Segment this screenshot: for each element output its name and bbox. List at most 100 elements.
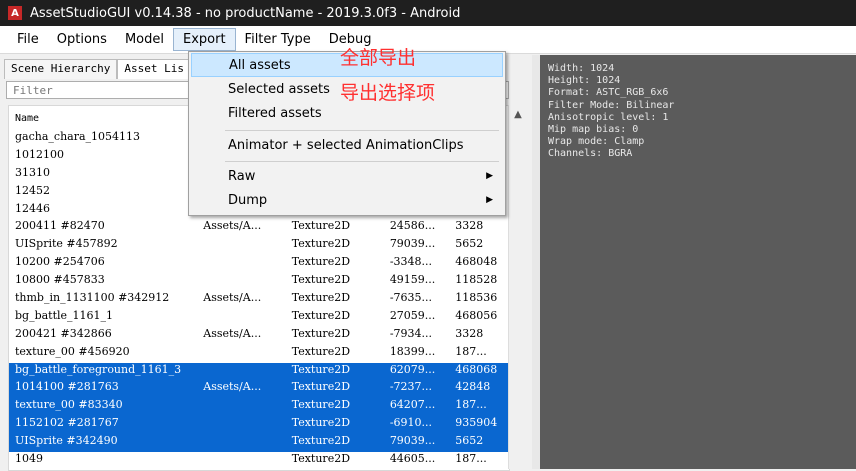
tab-scene-hierarchy[interactable]: Scene Hierarchy [4,59,118,79]
list-scrollbar[interactable]: ▲ [508,105,527,469]
table-cell: Texture2D [291,219,351,233]
table-cell: Texture2D [291,398,351,412]
table-cell: 49159... [389,273,436,287]
table-cell: UISprite #457892 [15,237,118,251]
table-cell [197,452,285,470]
asset-info-text: Width: 1024 Height: 1024 Format: ASTC_RG… [548,63,675,160]
menu-separator [225,130,499,131]
table-row[interactable]: bg_battle_1161_1 Texture2D 27059... 468056 [9,309,509,327]
table-cell: Texture2D [291,255,351,269]
window-title: AssetStudioGUI v0.14.38 - no productName… [30,5,461,21]
table-cell: 187... [455,344,487,358]
menu-options[interactable]: Options [48,28,116,51]
table-cell: Texture2D [291,308,351,322]
table-cell: 935904 [455,416,498,430]
table-cell: 5652 [455,434,484,448]
table-cell: 12446 [15,201,50,215]
table-cell: 18399... [389,344,436,358]
export-animator[interactable]: Animator + selected AnimationClips [191,133,503,157]
table-cell: bg_battle_1161_1 [15,308,114,322]
menu-model[interactable]: Model [116,28,173,51]
table-cell: Texture2D [291,416,351,430]
export-raw[interactable]: Raw ▶ [191,164,503,188]
table-cell: 468068 [455,362,498,376]
table-row[interactable]: 1049 Texture2D 44605... 187... [9,452,509,470]
table-cell: Texture2D [291,291,351,305]
table-cell: 1152102 #281767 [15,416,119,430]
table-row[interactable]: 10800 #457833 Texture2D 49159... 118528 [9,273,509,291]
table-cell: 42848 [455,380,491,394]
table-cell: -7237... [389,380,433,394]
table-cell: texture_00 #456920 [15,344,130,358]
menu-file[interactable]: File [8,28,48,51]
table-row[interactable]: UISprite #342490 Texture2D 79039... 5652 [9,434,509,453]
table-row[interactable]: 10200 #254706 Texture2D -3348... 468048 [9,255,509,273]
export-selected-assets-label: Selected assets [228,81,330,97]
table-row[interactable]: 1014100 #281763 Assets/A... Texture2D -7237… [9,380,509,399]
table-cell: Texture2D [291,237,351,251]
table-cell: Assets/A... [203,219,262,233]
scroll-up-icon[interactable]: ▲ [509,105,527,123]
panel-tabs: Scene Hierarchy Asset Lis [4,59,191,79]
table-cell: 10200 #254706 [15,255,105,269]
table-cell: 200411 #82470 [15,219,105,233]
table-cell: -7635... [389,291,433,305]
table-cell [197,237,285,255]
menu-export[interactable]: Export [172,28,236,51]
export-all-assets-label: All assets [229,57,291,73]
export-dump-label: Dump [228,192,268,208]
title-bar: A AssetStudioGUI v0.14.38 - no productNa… [0,0,856,26]
table-cell: 468056 [455,308,498,322]
table-cell: 64207... [389,398,436,412]
table-cell: 3328 [455,326,484,340]
table-row[interactable]: texture_00 #456920 Texture2D 18399... 187..… [9,345,509,363]
table-cell: -7934... [389,326,433,340]
table-cell: Assets/A... [203,326,262,340]
table-row[interactable]: bg_battle_foreground_1161_3 Texture2D 6207… [9,362,509,381]
export-raw-label: Raw [228,168,256,184]
table-row[interactable]: 1152102 #281767 Texture2D -6910... 935904 [9,416,509,435]
table-row[interactable]: 200411 #82470 Assets/A... Texture2D 24586..… [9,219,509,237]
table-cell [197,309,285,327]
table-cell [197,434,285,452]
table-cell: Assets/A... [203,291,262,305]
table-cell: 62079... [389,362,436,376]
table-cell: 24586... [389,219,436,233]
table-row[interactable]: 200421 #342866 Assets/A... Texture2D -7934.… [9,327,509,345]
table-cell: -3348... [389,255,433,269]
table-row[interactable]: thmb_in_1131100 #342912 Assets/A... Textur… [9,291,509,309]
table-cell: thmb_in_1131100 #342912 [15,291,170,305]
table-cell: -6910... [389,416,433,430]
table-cell [197,363,285,381]
menu-filter-type[interactable]: Filter Type [236,28,320,51]
table-cell: 118528 [455,273,498,287]
table-cell: Texture2D [291,326,351,340]
table-cell: 118536 [455,291,498,305]
table-cell [197,416,285,434]
table-cell: Texture2D [291,273,351,287]
table-cell: 5652 [455,237,484,251]
submenu-arrow-icon: ▶ [486,171,493,181]
table-cell: 31310 [15,165,50,179]
table-row[interactable]: texture_00 #83340 Texture2D 64207... 187... [9,398,509,417]
table-cell: UISprite #342490 [15,434,118,448]
annotation-export-all: 全部导出 [340,47,417,69]
export-dropdown: All assets Selected assets Filtered asse… [188,51,506,216]
export-filtered-assets-label: Filtered assets [228,105,322,121]
table-cell [197,273,285,291]
table-cell: 200421 #342866 [15,326,112,340]
table-cell [197,345,285,363]
export-animator-label: Animator + selected AnimationClips [228,137,464,153]
table-cell: 44605... [389,452,436,466]
table-cell: 12452 [15,183,50,197]
table-cell: 1012100 [15,147,64,161]
tab-asset-list[interactable]: Asset Lis [117,59,191,79]
export-dump[interactable]: Dump ▶ [191,188,503,212]
panel-splitter[interactable] [532,55,540,469]
table-cell: Texture2D [291,380,351,394]
table-cell: 1014100 #281763 [15,380,119,394]
table-row[interactable]: UISprite #457892 Texture2D 79039... 5652 [9,237,509,255]
menu-bar: File Options Model Export Filter Type De… [0,26,856,54]
table-cell: 10800 #457833 [15,273,105,287]
app-icon: A [8,6,22,20]
